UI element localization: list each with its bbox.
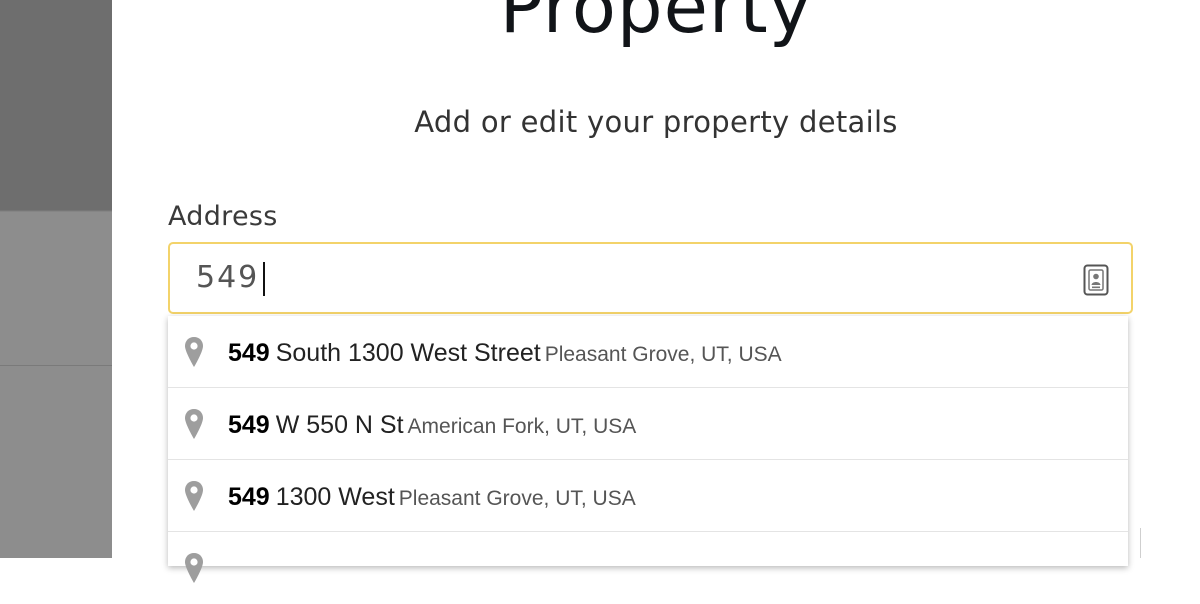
suggestion-match: 549 [228,411,270,439]
suggestion-locality: Pleasant Grove, UT, USA [544,343,782,366]
map-pin-icon [185,481,203,511]
modal-backdrop[interactable] [0,0,112,558]
suggestion-item[interactable]: 549 1300 West Pleasant Grove, UT, USA [168,460,1128,532]
property-modal: Property Add or edit your property detai… [112,0,1200,583]
suggestion-locality: Pleasant Grove, UT, USA [398,487,636,510]
map-pin-icon [185,553,203,583]
suggestion-street: 1300 West [275,483,395,511]
suggestion-match: 549 [228,483,270,511]
map-pin-icon [185,337,203,367]
suggestion-locality: American Fork, UT, USA [407,415,637,438]
text-caret [263,262,265,296]
backdrop-divider [0,365,112,366]
contact-card-icon[interactable] [1083,264,1109,296]
suggestion-item[interactable]: 549 South 1300 West Street Pleasant Grove,… [168,316,1128,388]
suggestion-street: W 550 N St [275,411,404,439]
page-subtitle: Add or edit your property details [414,105,898,139]
address-input[interactable]: 549 [168,242,1133,314]
suggestion-item[interactable] [168,532,1128,604]
page-title: Property [499,0,813,49]
address-input-value: 549 [196,260,260,295]
modal-scroll-edge [1130,528,1141,558]
suggestion-street: South 1300 West Street [275,339,541,367]
address-suggestions: 549 South 1300 West Street Pleasant Grove,… [168,316,1128,583]
map-pin-icon [185,409,203,439]
suggestion-match: 549 [228,339,270,367]
suggestion-item[interactable]: 549 W 550 N St American Fork, UT, USA [168,388,1128,460]
address-label: Address [168,201,278,232]
